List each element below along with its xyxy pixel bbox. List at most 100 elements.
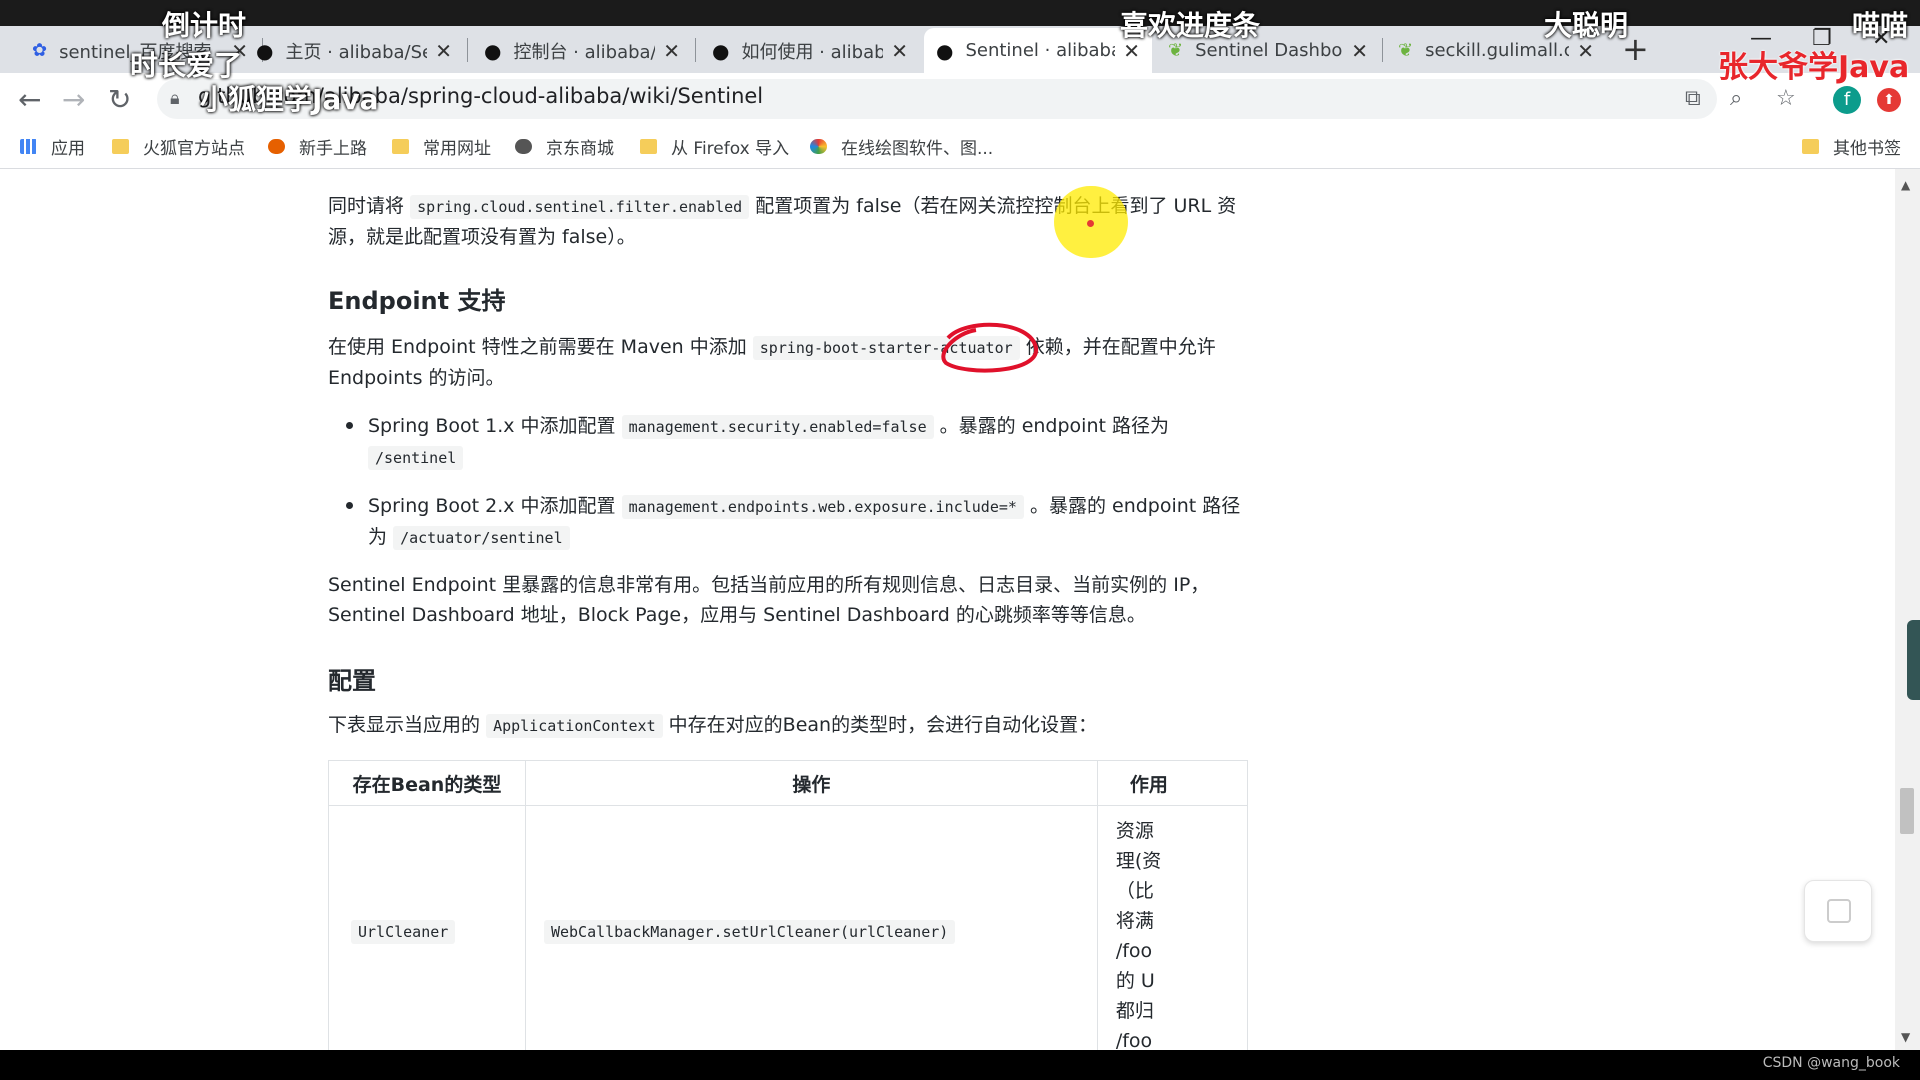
bookmark-other[interactable]: 其他书签	[1802, 134, 1901, 159]
bookmark-label: 从 Firefox 导入	[671, 139, 790, 159]
table-header-row: 存在Bean的类型 操作 作用	[328, 760, 1248, 806]
inline-code: UrlCleaner	[351, 920, 456, 944]
profile-avatar[interactable]: f	[1833, 86, 1861, 114]
translate-icon[interactable]: ⧉	[1685, 86, 1701, 111]
config-table-wrapper: 存在Bean的类型 操作 作用 UrlCleaner WebCallbackMa…	[328, 760, 1248, 1050]
paragraph-config: 下表显示当应用的 ApplicationContext 中存在对应的Bean的类…	[328, 710, 1248, 741]
folder-icon	[1802, 139, 1819, 154]
inline-code: /sentinel	[368, 446, 464, 470]
danmaku-text: 喜欢进度条	[1120, 9, 1261, 42]
text: 理(资	[1115, 850, 1162, 872]
text: /foo	[1115, 1030, 1153, 1050]
table-cell: UrlCleaner	[328, 805, 526, 1050]
reload-icon[interactable]: ↻	[108, 83, 131, 116]
baidu-paw-icon: ✿	[32, 40, 48, 61]
bookmark-getting-started[interactable]: 新手上路	[268, 134, 367, 159]
bookmark-firefox-import[interactable]: 从 Firefox 导入	[640, 134, 789, 159]
play-video-icon[interactable]	[1804, 880, 1872, 942]
browser-window: ✿ sentinel_百度搜索 ✕ ● 主页 · alibaba/Sentine…	[0, 0, 1920, 1050]
lock-icon[interactable]: 🔒︎	[170, 88, 180, 109]
bookmark-firefox-site[interactable]: 火狐官方站点	[112, 134, 245, 159]
paragraph-endpoint-info: Sentinel Endpoint 里暴露的信息非常有用。包括当前应用的所有规则…	[328, 574, 1210, 626]
table-row: UrlCleaner WebCallbackManager.setUrlClea…	[328, 805, 1248, 1050]
bookmark-label: 其他书签	[1833, 139, 1901, 159]
inline-code: management.security.enabled=false	[621, 415, 934, 439]
bookmark-jd[interactable]: 京东商城	[515, 134, 614, 159]
firefox-icon	[268, 139, 285, 154]
list-item-boot1: Spring Boot 1.x 中添加配置 management.securit…	[368, 411, 1248, 473]
text: 同时请将	[328, 195, 405, 217]
close-icon[interactable]: ✕	[663, 39, 680, 63]
drawio-icon	[810, 139, 827, 154]
scroll-thumb[interactable]	[1900, 788, 1914, 834]
bullet-icon	[346, 420, 358, 432]
bookmark-apps[interactable]: 应用	[20, 134, 85, 159]
text: 将满	[1115, 910, 1154, 932]
globe-icon	[515, 139, 532, 154]
bookmark-label: 在线绘图软件、图...	[841, 139, 994, 159]
table-header: 存在Bean的类型	[328, 760, 526, 806]
heading-config: 配置	[328, 667, 376, 695]
close-icon[interactable]: ✕	[891, 39, 908, 63]
danmaku-text: 大聪明	[1544, 9, 1629, 42]
content-margin	[1248, 760, 1894, 1050]
table-cell: 资源 理(资 （比 将满 /foo 的 U 都归 /foo	[1096, 805, 1248, 1050]
inline-code: ApplicationContext	[486, 714, 663, 738]
config-table: 存在Bean的类型 操作 作用 UrlCleaner WebCallbackMa…	[328, 760, 1248, 1050]
table-header: 操作	[524, 760, 1098, 806]
bullet-icon	[346, 500, 358, 512]
text: /foo	[1115, 940, 1153, 962]
forward-arrow-icon[interactable]: →	[62, 83, 85, 116]
leaf-icon: ❦	[1398, 40, 1414, 61]
text: 下表显示当应用的	[328, 714, 481, 736]
bookmark-star-icon[interactable]: ☆	[1776, 86, 1796, 111]
page-scrollbar[interactable]	[1895, 169, 1920, 1050]
bookmark-label: 常用网址	[423, 139, 491, 159]
apps-grid-icon	[20, 139, 37, 154]
folder-icon	[112, 139, 129, 154]
inline-code: /actuator/sentinel	[393, 526, 570, 550]
back-arrow-icon[interactable]: ←	[18, 83, 41, 116]
tab-title: 主页 · alibaba/Sentinel	[285, 41, 427, 63]
close-icon[interactable]: ✕	[1351, 39, 1368, 63]
text: 中存在对应的Bean的类型时，会进行自动化设置：	[668, 714, 1098, 736]
table-header: 作用	[1096, 760, 1248, 806]
red-circle-annotation	[941, 322, 1039, 373]
channel-watermark: 张大爷学Java	[1718, 50, 1910, 85]
list-item-boot2: Spring Boot 2.x 中添加配置 management.endpoin…	[368, 491, 1248, 553]
folder-icon	[392, 139, 409, 154]
tab-separator	[467, 38, 468, 62]
tab-github-home[interactable]: ● 主页 · alibaba/Sentinel ✕	[244, 28, 464, 73]
github-icon: ●	[484, 38, 502, 63]
zoom-icon[interactable]: ⌕	[1730, 86, 1742, 111]
heading-endpoint: Endpoint 支持	[328, 287, 506, 315]
bookmark-drawio[interactable]: 在线绘图软件、图...	[810, 134, 993, 159]
extension-icon[interactable]: ⬆	[1877, 88, 1901, 112]
tab-separator	[695, 38, 696, 62]
danmaku-text: 喵喵	[1852, 9, 1909, 42]
text: Spring Boot 1.x 中添加配置	[368, 415, 616, 437]
tab-separator	[1382, 38, 1383, 62]
bookmark-common-sites[interactable]: 常用网址	[392, 134, 491, 159]
folder-icon	[640, 139, 657, 154]
side-widget[interactable]	[1907, 620, 1920, 700]
danmaku-text: 小狐狸学Java	[200, 83, 379, 116]
bookmark-label: 新手上路	[299, 139, 367, 159]
tab-title: 控制台 · alibaba/Sentinel	[513, 41, 656, 63]
tab-title: 如何使用 · alibaba/Sentinel	[741, 41, 884, 63]
cursor-dot	[1087, 220, 1094, 227]
text: Spring Boot 2.x 中添加配置	[368, 495, 616, 517]
inline-code: WebCallbackManager.setUrlCleaner(urlClea…	[543, 920, 956, 944]
text: 资源	[1115, 820, 1154, 842]
csdn-watermark: CSDN @wang_book	[1762, 1055, 1900, 1071]
tab-github-console[interactable]: ● 控制台 · alibaba/Sentinel ✕	[472, 28, 692, 73]
scroll-down-icon[interactable]: ▼	[1901, 1030, 1910, 1044]
tab-github-howto[interactable]: ● 如何使用 · alibaba/Sentinel ✕	[700, 28, 920, 73]
scroll-up-icon[interactable]: ▲	[1901, 178, 1910, 192]
bookmark-label: 京东商城	[546, 139, 614, 159]
title-bar	[0, 0, 1920, 26]
github-icon: ●	[936, 38, 954, 63]
danmaku-text: 倒计时	[162, 9, 247, 42]
close-icon[interactable]: ✕	[435, 39, 452, 63]
tab-github-sentinel-active[interactable]: ● Sentinel · alibaba ✕	[924, 28, 1152, 73]
